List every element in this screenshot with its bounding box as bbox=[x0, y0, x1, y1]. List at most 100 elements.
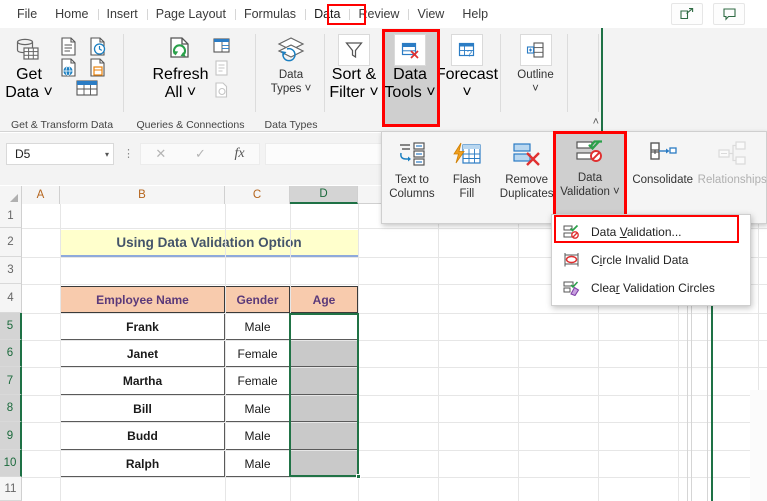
enter-icon[interactable]: ✓ bbox=[195, 146, 206, 162]
gridline bbox=[518, 204, 519, 501]
consolidate-button[interactable]: Consolidate bbox=[627, 138, 698, 188]
table-row[interactable]: Bill bbox=[60, 395, 225, 422]
ribbon-group-outline: Outline ˅ bbox=[503, 28, 568, 132]
refresh-all-label-1: Refresh bbox=[152, 66, 209, 83]
data-tools-label-2: Tools ˅ bbox=[384, 84, 436, 101]
menu-item-data-validation[interactable]: Data Validation... bbox=[552, 218, 750, 246]
queries-group-label: Queries & Connections bbox=[136, 119, 245, 131]
share-icon[interactable] bbox=[671, 3, 703, 25]
row-header-6[interactable]: 6 bbox=[0, 340, 22, 367]
table-row[interactable]: Male bbox=[225, 422, 290, 450]
quick-action-buttons bbox=[671, 3, 745, 25]
sort-filter-button[interactable]: Sort & Filter ˅ bbox=[326, 34, 382, 102]
menu-item-label: Clear Validation Circles bbox=[591, 281, 715, 295]
table-row[interactable] bbox=[290, 395, 358, 422]
group-divider bbox=[500, 34, 501, 112]
table-row[interactable] bbox=[290, 450, 358, 477]
flash-fill-icon bbox=[451, 138, 483, 170]
get-data-button[interactable]: Get Data ˅ bbox=[0, 34, 58, 102]
name-box[interactable]: D5 ▾ bbox=[6, 143, 114, 165]
tab-view[interactable]: View bbox=[408, 3, 453, 26]
table-row[interactable]: Frank bbox=[60, 313, 225, 340]
table-row[interactable]: Male bbox=[225, 450, 290, 477]
consolidate-icon bbox=[647, 138, 679, 170]
from-database-icon[interactable] bbox=[87, 57, 107, 77]
refresh-all-button[interactable]: Refresh All ˅ bbox=[150, 34, 212, 102]
menu-item-clear-validation-circles[interactable]: Clear Validation Circles bbox=[552, 274, 750, 302]
queries-connections-icon[interactable] bbox=[212, 36, 232, 56]
tab-formulas[interactable]: Formulas bbox=[234, 3, 305, 26]
ribbon-group-data-types: Data Types ˅ Data Types bbox=[257, 28, 325, 132]
tab-help[interactable]: Help bbox=[453, 3, 497, 26]
collapse-ribbon-icon[interactable]: ˄ bbox=[593, 116, 599, 128]
title-banner[interactable]: Using Data Validation Option bbox=[60, 230, 358, 257]
data-validation-button[interactable]: Data Validation ˅ bbox=[556, 136, 624, 199]
table-row[interactable] bbox=[290, 340, 358, 367]
table-header-gender[interactable]: Gender bbox=[225, 286, 290, 313]
data-tools-button[interactable]: Data Tools ˅ bbox=[382, 34, 438, 102]
forecast-button[interactable]: ? Forecast ˅ bbox=[435, 34, 499, 102]
row-header-5[interactable]: 5 bbox=[0, 313, 22, 340]
insert-function-icon[interactable]: fx bbox=[235, 146, 245, 162]
from-text-csv-icon[interactable] bbox=[58, 36, 78, 56]
ribbon-group-get-transform-data: Get Data ˅ Get & Transform Data bbox=[0, 28, 124, 132]
table-row[interactable]: Janet bbox=[60, 340, 225, 367]
column-header-D[interactable]: D bbox=[290, 186, 358, 204]
data-validation-icon bbox=[574, 136, 606, 168]
name-box-dropdown-icon[interactable]: ▾ bbox=[105, 150, 109, 159]
table-row[interactable]: Male bbox=[225, 395, 290, 422]
from-table-range-icon[interactable] bbox=[58, 78, 115, 98]
table-row[interactable]: Male bbox=[225, 313, 290, 340]
tab-home[interactable]: Home bbox=[46, 3, 97, 26]
outline-label-2: ˅ bbox=[532, 82, 539, 95]
outline-button[interactable]: Outline ˅ bbox=[503, 28, 568, 96]
tab-insert[interactable]: Insert bbox=[97, 3, 147, 26]
row-header-1[interactable]: 1 bbox=[0, 204, 22, 228]
from-recent-sources-icon[interactable] bbox=[87, 36, 107, 56]
fill-handle[interactable] bbox=[356, 474, 361, 479]
remove-duplicates-button[interactable]: Remove Duplicates bbox=[492, 138, 561, 201]
row-header-8[interactable]: 8 bbox=[0, 395, 22, 422]
data-types-button[interactable]: Data Types ˅ bbox=[257, 28, 325, 96]
row-header-7[interactable]: 7 bbox=[0, 367, 22, 395]
forecast-label-1: Forecast bbox=[435, 66, 499, 83]
table-row[interactable]: Martha bbox=[60, 367, 225, 395]
gridline bbox=[290, 204, 291, 501]
tab-data[interactable]: Data bbox=[305, 3, 349, 26]
table-row[interactable]: Female bbox=[225, 367, 290, 395]
column-header-C[interactable]: C bbox=[225, 186, 290, 204]
column-header-A[interactable]: A bbox=[22, 186, 60, 204]
row-header-3[interactable]: 3 bbox=[0, 257, 22, 284]
menu-item-label: Data Validation... bbox=[591, 225, 682, 239]
tab-file[interactable]: File bbox=[8, 3, 46, 26]
formula-bar-menu-icon[interactable]: ⋮ bbox=[123, 147, 134, 160]
row-header-2[interactable]: 2 bbox=[0, 228, 22, 257]
tab-page-layout[interactable]: Page Layout bbox=[146, 3, 235, 26]
table-row[interactable] bbox=[290, 422, 358, 450]
ribbon-tabs: File Home Insert Page Layout Formulas Data Rev… bbox=[0, 0, 767, 28]
row-header-9[interactable]: 9 bbox=[0, 422, 22, 450]
table-header-employee-name[interactable]: Employee Name bbox=[60, 286, 225, 313]
row-header-11[interactable]: 11 bbox=[0, 477, 22, 501]
flash-fill-button[interactable]: Flash Fill bbox=[442, 138, 492, 201]
column-header-B[interactable]: B bbox=[60, 186, 225, 204]
table-row[interactable]: Female bbox=[225, 340, 290, 367]
relationships-icon bbox=[716, 138, 748, 170]
comments-icon[interactable] bbox=[713, 3, 745, 25]
select-all-corner[interactable] bbox=[0, 186, 22, 204]
menu-item-circle-invalid-data[interactable]: Circle Invalid Data bbox=[552, 246, 750, 274]
table-header-age[interactable]: Age bbox=[290, 286, 358, 313]
row-header-10[interactable]: 10 bbox=[0, 450, 22, 477]
cancel-icon[interactable]: ✕ bbox=[155, 146, 166, 162]
row-header-4[interactable]: 4 bbox=[0, 284, 22, 313]
table-row[interactable] bbox=[290, 367, 358, 395]
clear-validation-circles-icon bbox=[561, 278, 581, 298]
tab-review[interactable]: Review bbox=[349, 3, 408, 26]
text-to-columns-button[interactable]: Text to Columns bbox=[382, 138, 442, 201]
table-row[interactable] bbox=[290, 313, 358, 340]
table-row[interactable]: Ralph bbox=[60, 450, 225, 477]
vertical-scrollbar[interactable] bbox=[750, 390, 767, 501]
from-web-icon[interactable] bbox=[58, 57, 78, 77]
table-row[interactable]: Budd bbox=[60, 422, 225, 450]
group-divider bbox=[324, 34, 325, 112]
